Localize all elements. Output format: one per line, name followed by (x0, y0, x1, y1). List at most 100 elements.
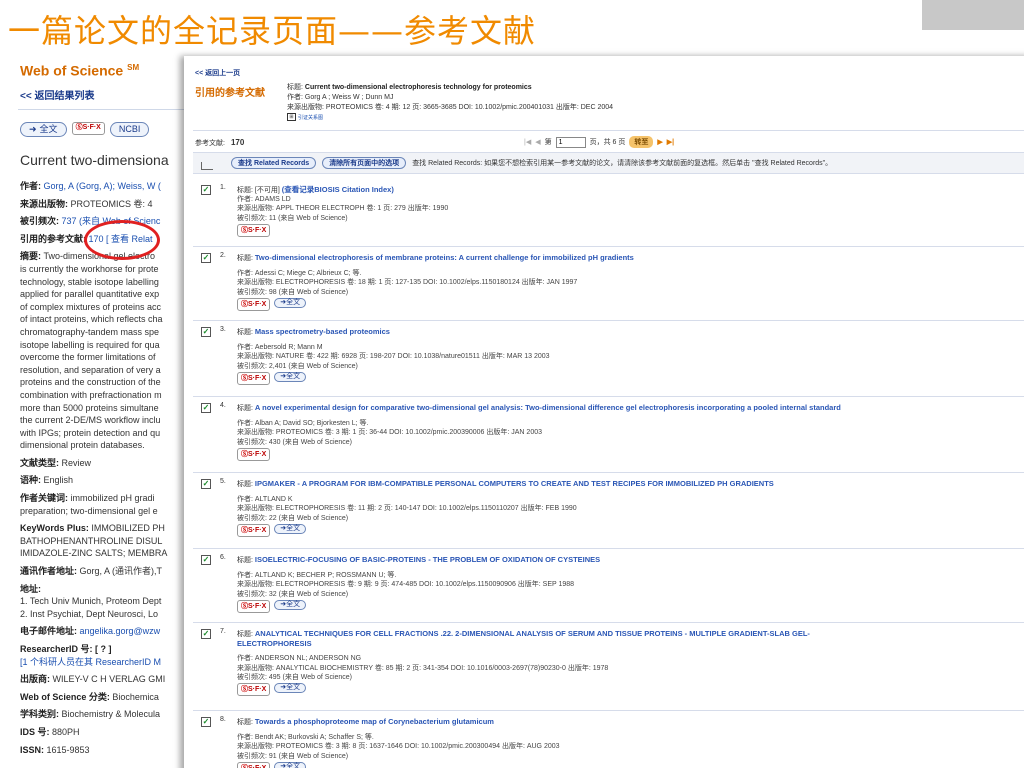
record-title-continued[interactable]: ELECTROPHORESIS (237, 639, 810, 648)
record-checkbox[interactable]: ✓ (201, 327, 211, 337)
abstract-line: proteins and the construction of the (20, 377, 161, 388)
slide: 一篇论文的全记录页面——参考文献 Web of Science SM << 返回… (0, 0, 1024, 768)
cited-label: 被引频次: (20, 216, 62, 227)
abstract-line: more than 5000 proteins simultane (20, 402, 159, 413)
ids-label: IDS 号: (20, 726, 53, 737)
fulltext-button[interactable]: ➜ 全文 (274, 297, 307, 308)
sfx-button[interactable]: ⓈS·F·X (71, 122, 105, 135)
find-related-button[interactable]: 查找 Related Records (231, 157, 317, 169)
last-page-icon[interactable]: ▶| (667, 138, 674, 146)
back-to-results-link[interactable]: << 返回结果列表 (20, 91, 94, 104)
back-to-previous-link[interactable]: << 返回上一页 (195, 68, 240, 78)
sfx-label: S·F·X (248, 226, 267, 234)
record-title-row: 标题: Two-dimensional electrophoresis of m… (237, 253, 634, 263)
record-actions: Ⓢ S·F·X (237, 223, 448, 237)
sfx-label: S·F·X (248, 685, 267, 693)
corr-row: 通讯作者地址: Gorg, A (通讯作者),T (20, 565, 200, 578)
publisher-label: 出版商: (20, 674, 53, 685)
doctype-row: 文献类型: Review (20, 457, 200, 470)
record-title-label: 标题: (237, 719, 255, 726)
fulltext-button-label: 全文 (39, 124, 58, 135)
sfx-label: S·F·X (248, 300, 267, 308)
address-label: 地址: (20, 583, 41, 594)
record-title-link[interactable]: A novel experimental design for comparat… (255, 403, 841, 412)
record-actions: ⓈS·F·X➜ 全文 (237, 761, 560, 768)
record-checkbox[interactable]: ✓ (201, 555, 211, 565)
sfx-button[interactable]: ⓈS·F·X (237, 371, 271, 385)
researcherid-help-link[interactable]: [ ? ] (95, 644, 112, 654)
reference-record: ✓ 6. 标题: ISOELECTRIC-FOCUSING OF BASIC-P… (193, 549, 1024, 623)
fulltext-button[interactable]: ➜ 全文 (274, 683, 307, 694)
view-biosis-link[interactable]: (查看记录BIOSIS Citation Index) (282, 185, 394, 194)
abstract-line: of intact proteins, which reflects cha (20, 314, 163, 325)
next-page-icon[interactable]: ▶ (657, 138, 662, 146)
sfx-logo-icon: Ⓢ (241, 764, 248, 768)
record-cited: 被引频次: 430 (来自 Web of Science) (237, 438, 353, 446)
sfx-button[interactable]: ⓈS·F·X (237, 683, 271, 697)
reference-record: ✓ 7. 标题: ANALYTICAL TECHNIQUES FOR CELL … (193, 623, 1024, 711)
first-page-icon[interactable]: |◀ (524, 138, 531, 146)
go-button[interactable]: 转至 (629, 136, 654, 148)
page-number-input[interactable] (555, 136, 586, 148)
sfx-button[interactable]: ⓈS·F·X (237, 523, 271, 537)
fulltext-label: 全文 (286, 601, 301, 609)
wos-logo: Web of Science SM (20, 62, 139, 79)
subject-row: 学科类别: Biochemistry & Molecula (20, 708, 200, 721)
record-title-link[interactable]: IPGMAKER - A PROGRAM FOR IBM-COMPATIBLE … (255, 479, 774, 488)
record-title-row: 标题: [不可用] (查看记录BIOSIS Citation Index) (237, 185, 448, 195)
record-source: 来源出版物: NATURE 卷: 422 期: 6928 页: 198-207 … (237, 353, 550, 361)
record-checkbox[interactable]: ✓ (201, 253, 211, 263)
keywords-line: preparation; two-dimensional gel e (20, 505, 158, 516)
record-checkbox[interactable]: ✓ (201, 717, 211, 727)
abstract-line: resolution, and separation of very a (20, 364, 161, 375)
author-value[interactable]: Gorg, A (Gorg, A); Weiss, W ( (44, 181, 161, 191)
sfx-label: S·F·X (248, 764, 266, 768)
subject-value: Biochemistry & Molecula (61, 709, 161, 720)
record-title-row: 标题: A novel experimental design for comp… (237, 403, 841, 413)
sfx-label: S·F·X (248, 526, 267, 534)
record-body: 标题: A novel experimental design for comp… (237, 403, 841, 461)
sfx-label: S·F·X (248, 374, 267, 382)
ncbi-button[interactable]: NCBI (109, 122, 150, 137)
fulltext-button[interactable]: ➜ 全文 (274, 371, 307, 382)
sfx-button[interactable]: ⓈS·F·X (237, 761, 271, 768)
fulltext-button[interactable]: ➜ 全文 (274, 599, 307, 610)
abstract-line: of complex mixtures of proteins acc (20, 301, 162, 312)
sfx-button[interactable]: ⓈS·F·X (237, 447, 271, 461)
fulltext-button[interactable]: ➜ 全文 (20, 122, 67, 137)
wos-logo-text: Web of Science (20, 62, 124, 79)
record-title-link[interactable]: Towards a phosphoproteome map of Coryneb… (255, 717, 494, 726)
reference-count-value: 170 (230, 138, 245, 147)
record-title-link[interactable]: Two-dimensional electrophoresis of membr… (255, 253, 634, 262)
abstract-line: chromatography-tandem mass spe (20, 326, 160, 337)
source-article-info: 标题: Current two-dimensional electrophore… (287, 83, 613, 123)
sfx-button[interactable]: ⓈS·F·X (237, 599, 271, 613)
researcherid-line[interactable]: [1 个科研人员在其 ResearcherID M (20, 656, 200, 669)
record-actions: ⓈS·F·X➜ 全文 (237, 683, 810, 697)
citation-map-link[interactable]: 引证关系图 (298, 115, 323, 121)
keywords-label: 作者关键词: (20, 493, 71, 504)
fulltext-button[interactable]: ➜ 全文 (274, 523, 307, 534)
record-actions: ⓈS·F·X➜ 全文 (237, 599, 600, 613)
citation-map-icon[interactable]: ⊞ (287, 113, 296, 122)
record-title-row: 标题: ISOELECTRIC-FOCUSING OF BASIC-PROTEI… (237, 555, 600, 565)
issn-row: ISSN: 1615-9853 (20, 744, 200, 757)
record-checkbox[interactable]: ✓ (201, 185, 211, 195)
record-checkbox[interactable]: ✓ (201, 403, 211, 413)
reference-record: ✓ 2. 标题: Two-dimensional electrophoresis… (193, 247, 1024, 321)
page-label: 第 (544, 139, 552, 146)
record-source: 来源出版物: ELECTROPHORESIS 卷: 9 期: 9 页: 474-… (237, 581, 575, 589)
record-title-link[interactable]: ISOELECTRIC-FOCUSING OF BASIC-PROTEINS -… (255, 555, 600, 564)
clear-selection-button[interactable]: 清除所有页面中的选项 (322, 157, 407, 169)
record-checkbox[interactable]: ✓ (201, 479, 211, 489)
abstract-line: combination with prefractionation m (20, 389, 162, 400)
highlight-circle (84, 220, 160, 260)
prev-page-icon[interactable]: ◀ (535, 138, 540, 146)
sfx-button[interactable]: ⓈS·F·X (237, 297, 271, 311)
record-title-link[interactable]: Mass spectrometry-based proteomics (255, 327, 390, 336)
email-value[interactable]: angelika.gorg@wzw (80, 626, 161, 636)
record-checkbox[interactable]: ✓ (201, 629, 211, 639)
record-title-link[interactable]: ANALYTICAL TECHNIQUES FOR CELL FRACTIONS… (255, 629, 810, 638)
fulltext-button[interactable]: ➜ 全文 (274, 761, 307, 768)
sfx-button[interactable]: ⓈS·F·X (237, 223, 271, 237)
